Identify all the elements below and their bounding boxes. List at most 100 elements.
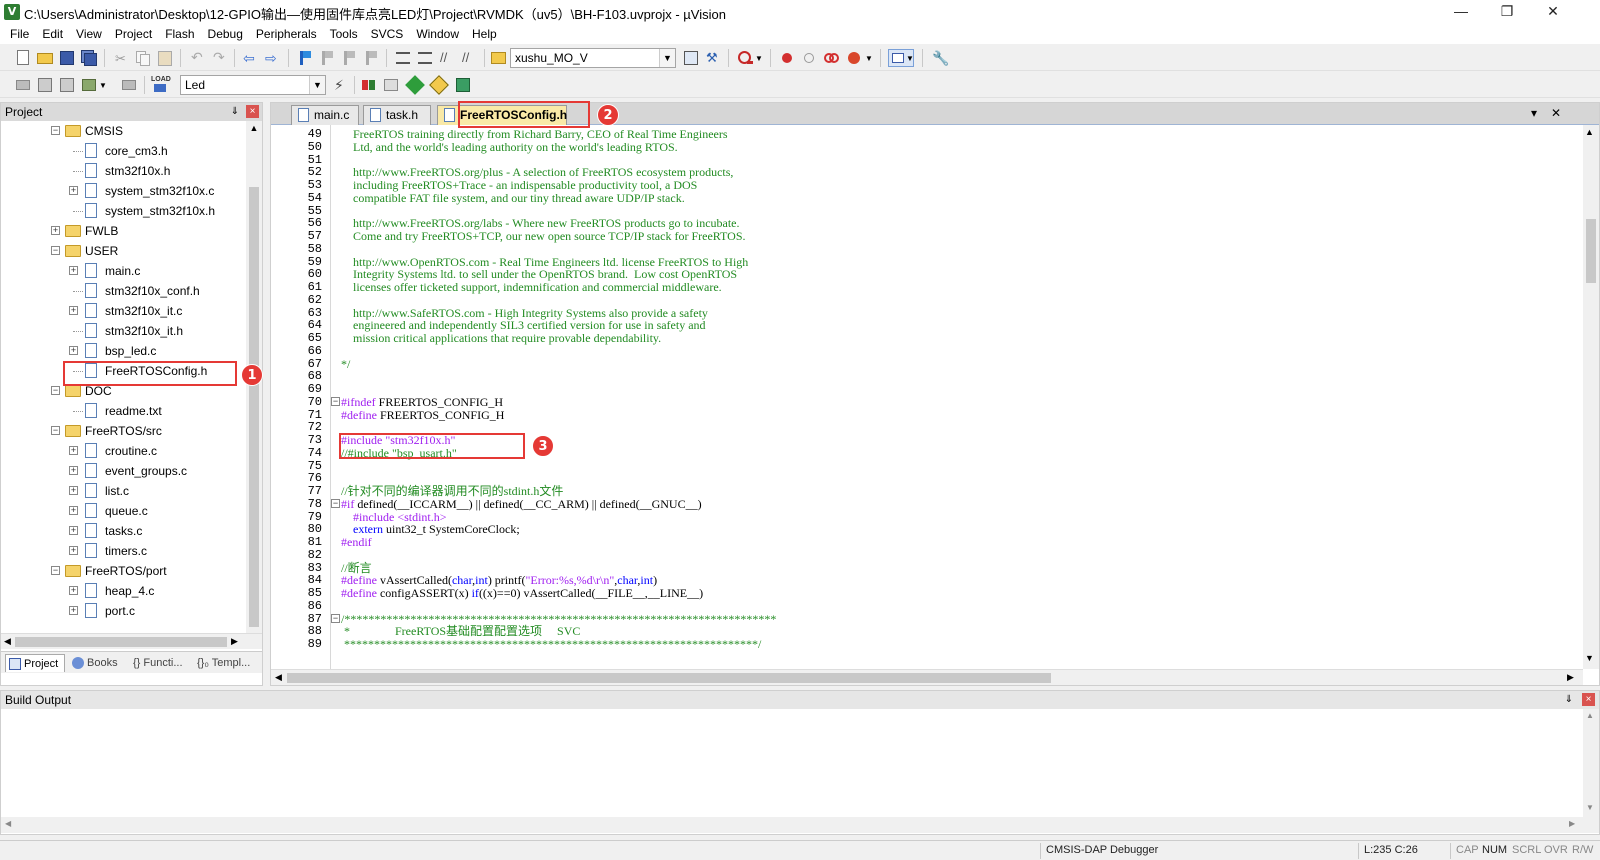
build-output-text[interactable] (1, 709, 1581, 817)
tab-project[interactable]: Project (5, 654, 65, 672)
expand-icon[interactable]: + (69, 186, 78, 195)
tree-file[interactable]: stm32f10x_it.h (1, 321, 246, 341)
fold-collapse-icon[interactable]: − (331, 613, 340, 623)
comment-selection-icon[interactable]: // (438, 49, 456, 67)
scroll-right-arrow-icon[interactable]: ▶ (1569, 819, 1575, 828)
tab-books[interactable]: Books (69, 654, 129, 672)
disable-breakpoints-icon[interactable] (822, 49, 840, 67)
collapse-icon[interactable]: − (51, 126, 60, 135)
enable-breakpoint-icon[interactable] (800, 49, 818, 67)
tree-file[interactable]: system_stm32f10x.h (1, 201, 246, 221)
tree-file[interactable]: stm32f10x.h (1, 161, 246, 181)
tree-file[interactable]: + croutine.c (1, 441, 246, 461)
chevron-down-icon[interactable]: ▼ (309, 76, 325, 94)
collapse-icon[interactable]: − (51, 246, 60, 255)
menu-peripherals[interactable]: Peripherals (250, 24, 324, 44)
scroll-right-arrow-icon[interactable]: ▶ (231, 636, 238, 647)
code-line[interactable]: Come and try FreeRTOS+TCP, our new open … (341, 230, 746, 243)
insert-breakpoint-icon[interactable] (778, 49, 796, 67)
unindent-icon[interactable] (416, 49, 434, 67)
scroll-down-arrow-icon[interactable]: ▼ (1585, 653, 1594, 663)
expand-icon[interactable]: + (69, 266, 78, 275)
scrollbar-thumb[interactable] (249, 187, 259, 627)
tree-file[interactable]: + queue.c (1, 501, 246, 521)
menu-file[interactable]: File (4, 24, 36, 44)
expand-icon[interactable]: + (69, 446, 78, 455)
stop-build-icon[interactable] (120, 76, 138, 94)
tree-file[interactable]: + main.c (1, 261, 246, 281)
manage-rte-icon[interactable] (405, 75, 425, 95)
tree-file[interactable]: + list.c (1, 481, 246, 501)
code-editor[interactable]: 49 50 51 52 53 54 55 56 57 58 59 60 61 62 63 64 65 66 67 68… (271, 125, 1583, 669)
collapse-icon[interactable]: − (51, 426, 60, 435)
scroll-left-arrow-icon[interactable]: ◀ (275, 672, 282, 683)
copy-icon[interactable] (134, 49, 152, 67)
menu-debug[interactable]: Debug (202, 24, 250, 44)
tree-folder[interactable]: − CMSIS (1, 121, 246, 141)
menu-help[interactable]: Help (466, 24, 504, 44)
scrollbar-thumb[interactable] (15, 637, 227, 647)
configure-icon[interactable]: 🔧 (930, 49, 949, 67)
chevron-down-icon[interactable]: ▼ (659, 49, 675, 67)
build-target-combo[interactable]: Led ▼ (180, 75, 326, 95)
save-all-icon[interactable] (80, 49, 98, 67)
scroll-right-arrow-icon[interactable]: ▶ (1567, 672, 1574, 683)
tree-file[interactable]: + tasks.c (1, 521, 246, 541)
expand-icon[interactable]: + (69, 586, 78, 595)
undo-icon[interactable]: ↶ (188, 49, 206, 67)
minimize-button[interactable]: — (1438, 0, 1484, 24)
tree-file[interactable]: readme.txt (1, 401, 246, 421)
tree-file[interactable]: + stm32f10x_it.c (1, 301, 246, 321)
cut-icon[interactable]: ✂ (112, 49, 130, 67)
scroll-left-arrow-icon[interactable]: ◀ (5, 819, 11, 828)
build-icon[interactable] (36, 76, 54, 94)
expand-icon[interactable]: + (69, 466, 78, 475)
tab-templates[interactable]: {}₀ Templ... (195, 654, 259, 672)
select-packs-icon[interactable] (382, 76, 400, 94)
paste-icon[interactable] (156, 49, 174, 67)
new-file-icon[interactable] (14, 49, 32, 67)
code-line[interactable]: ****************************************… (341, 638, 761, 651)
build-output-vertical-scrollbar[interactable]: ▲ ▼ (1583, 709, 1599, 817)
close-button[interactable]: ✕ (1530, 0, 1576, 24)
expand-icon[interactable]: + (69, 506, 78, 515)
find-in-files-icon[interactable] (490, 49, 508, 67)
batch-build-icon[interactable] (80, 76, 98, 94)
scrollbar-thumb[interactable] (1586, 219, 1596, 283)
menu-window[interactable]: Window (410, 24, 466, 44)
menu-flash[interactable]: Flash (159, 24, 201, 44)
uncomment-selection-icon[interactable]: // (460, 49, 478, 67)
scroll-left-arrow-icon[interactable]: ◀ (4, 636, 11, 647)
tree-file[interactable]: core_cm3.h (1, 141, 246, 161)
scroll-up-arrow-icon[interactable]: ▲ (1586, 711, 1594, 720)
open-file-icon[interactable] (36, 49, 54, 67)
download-load-icon[interactable]: LOAD (150, 76, 171, 94)
menu-tools[interactable]: Tools (324, 24, 365, 44)
pin-icon[interactable]: ⇓ (229, 105, 241, 119)
scroll-down-arrow-icon[interactable]: ▼ (1586, 803, 1594, 812)
fold-collapse-icon[interactable]: − (331, 498, 340, 508)
menu-project[interactable]: Project (109, 24, 159, 44)
code-line[interactable]: #define configASSERT(x) if((x)==0) vAsse… (341, 587, 703, 600)
translate-icon[interactable] (14, 76, 32, 94)
tree-file[interactable]: + timers.c (1, 541, 246, 561)
rebuild-icon[interactable] (58, 76, 76, 94)
target-options-icon[interactable]: ⚡ (332, 76, 350, 94)
build-output-horizontal-scrollbar[interactable]: ◀ ▶ (1, 817, 1599, 833)
tree-file[interactable]: + heap_4.c (1, 581, 246, 601)
chevron-down-icon[interactable]: ▼ (98, 76, 108, 94)
collapse-icon[interactable]: − (51, 386, 60, 395)
expand-icon[interactable]: + (69, 346, 78, 355)
code-line[interactable]: licenses offer ticketed support, indemni… (341, 281, 722, 294)
clear-bookmarks-icon[interactable] (362, 49, 380, 67)
tree-folder[interactable]: − USER (1, 241, 246, 261)
expand-icon[interactable]: + (69, 546, 78, 555)
manage-project-items-icon[interactable] (360, 76, 378, 94)
pack-installer-icon[interactable] (429, 75, 449, 95)
maximize-button[interactable]: ❐ (1484, 0, 1530, 24)
navigate-back-icon[interactable]: ⇦ (242, 49, 260, 67)
navigate-forward-icon[interactable]: ⇨ (264, 49, 282, 67)
tab-main-c[interactable]: main.c (291, 105, 359, 125)
close-panel-icon[interactable]: × (246, 105, 259, 118)
tab-list-dropdown-icon[interactable]: ▾ (1531, 106, 1537, 120)
